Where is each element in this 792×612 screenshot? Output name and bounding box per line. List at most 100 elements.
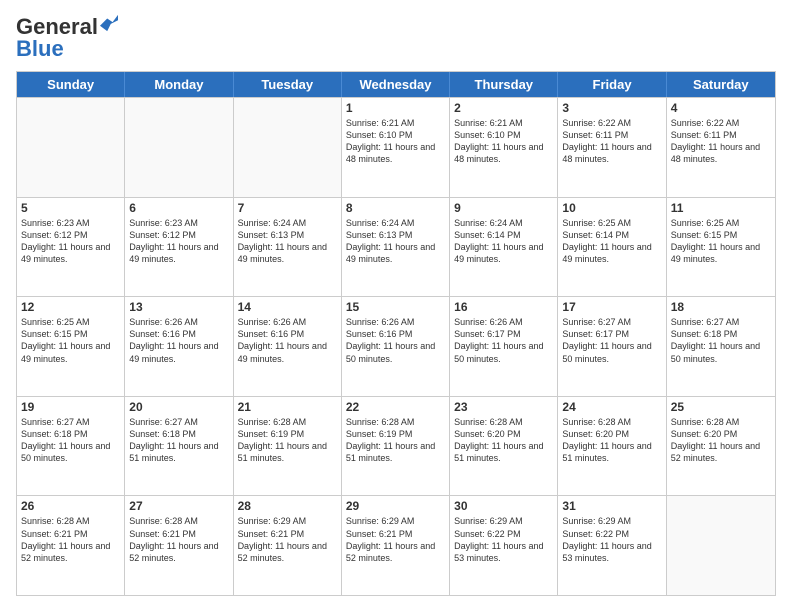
day-info: Sunrise: 6:28 AM Sunset: 6:19 PM Dayligh… <box>346 416 445 465</box>
day-info: Sunrise: 6:28 AM Sunset: 6:20 PM Dayligh… <box>454 416 553 465</box>
day-number: 27 <box>129 499 228 513</box>
day-info: Sunrise: 6:26 AM Sunset: 6:17 PM Dayligh… <box>454 316 553 365</box>
weekday-header-tuesday: Tuesday <box>234 72 342 97</box>
day-info: Sunrise: 6:29 AM Sunset: 6:22 PM Dayligh… <box>562 515 661 564</box>
day-info: Sunrise: 6:28 AM Sunset: 6:21 PM Dayligh… <box>129 515 228 564</box>
day-number: 18 <box>671 300 771 314</box>
calendar-cell <box>125 98 233 197</box>
calendar-cell: 12Sunrise: 6:25 AM Sunset: 6:15 PM Dayli… <box>17 297 125 396</box>
day-info: Sunrise: 6:27 AM Sunset: 6:17 PM Dayligh… <box>562 316 661 365</box>
calendar-cell: 6 Sunrise: 6:23 AM Sunset: 6:12 PM Daylig… <box>125 198 233 297</box>
weekday-header-monday: Monday <box>125 72 233 97</box>
calendar-cell: 3 Sunrise: 6:22 AM Sunset: 6:11 PM Daylig… <box>558 98 666 197</box>
day-info: Sunrise: 6:24 AM Sunset: 6:13 PM Dayligh… <box>238 217 337 266</box>
day-number: 13 <box>129 300 228 314</box>
calendar-cell: 13 Sunrise: 6:26 AM Sunset: 6:16 PM Dayli… <box>125 297 233 396</box>
calendar-week-2: 5Sunrise: 6:23 AM Sunset: 6:12 PM Daylig… <box>17 197 775 297</box>
day-number: 14 <box>238 300 337 314</box>
weekday-header-saturday: Saturday <box>667 72 775 97</box>
day-info: Sunrise: 6:28 AM Sunset: 6:19 PM Dayligh… <box>238 416 337 465</box>
day-info: Sunrise: 6:26 AM Sunset: 6:16 PM Dayligh… <box>129 316 228 365</box>
day-number: 1 <box>346 101 445 115</box>
day-info: Sunrise: 6:23 AM Sunset: 6:12 PM Dayligh… <box>129 217 228 266</box>
calendar-cell: 11 Sunrise: 6:25 AM Sunset: 6:15 PM Dayli… <box>667 198 775 297</box>
day-number: 29 <box>346 499 445 513</box>
calendar-cell <box>17 98 125 197</box>
day-info: Sunrise: 6:28 AM Sunset: 6:20 PM Dayligh… <box>671 416 771 465</box>
day-number: 15 <box>346 300 445 314</box>
day-number: 6 <box>129 201 228 215</box>
day-number: 24 <box>562 400 661 414</box>
calendar-cell: 1 Sunrise: 6:21 AM Sunset: 6:10 PM Daylig… <box>342 98 450 197</box>
weekday-header-friday: Friday <box>558 72 666 97</box>
day-info: Sunrise: 6:21 AM Sunset: 6:10 PM Dayligh… <box>346 117 445 166</box>
day-number: 25 <box>671 400 771 414</box>
day-number: 16 <box>454 300 553 314</box>
calendar-week-5: 26 Sunrise: 6:28 AM Sunset: 6:21 PM Dayli… <box>17 495 775 595</box>
day-info: Sunrise: 6:24 AM Sunset: 6:13 PM Dayligh… <box>346 217 445 266</box>
day-info: Sunrise: 6:22 AM Sunset: 6:11 PM Dayligh… <box>562 117 661 166</box>
day-info: Sunrise: 6:28 AM Sunset: 6:20 PM Dayligh… <box>562 416 661 465</box>
calendar-cell: 23 Sunrise: 6:28 AM Sunset: 6:20 PM Dayli… <box>450 397 558 496</box>
day-info: Sunrise: 6:29 AM Sunset: 6:21 PM Dayligh… <box>238 515 337 564</box>
day-number: 23 <box>454 400 553 414</box>
header: General Blue <box>16 16 776 61</box>
day-info: Sunrise: 6:26 AM Sunset: 6:16 PM Dayligh… <box>238 316 337 365</box>
calendar-week-3: 12Sunrise: 6:25 AM Sunset: 6:15 PM Dayli… <box>17 296 775 396</box>
day-number: 31 <box>562 499 661 513</box>
day-number: 2 <box>454 101 553 115</box>
day-number: 3 <box>562 101 661 115</box>
logo-text-general: General <box>16 16 98 38</box>
day-info: Sunrise: 6:27 AM Sunset: 6:18 PM Dayligh… <box>671 316 771 365</box>
day-info: Sunrise: 6:24 AM Sunset: 6:14 PM Dayligh… <box>454 217 553 266</box>
calendar-cell: 4Sunrise: 6:22 AM Sunset: 6:11 PM Daylig… <box>667 98 775 197</box>
calendar-cell: 20 Sunrise: 6:27 AM Sunset: 6:18 PM Dayli… <box>125 397 233 496</box>
calendar-cell: 24 Sunrise: 6:28 AM Sunset: 6:20 PM Dayli… <box>558 397 666 496</box>
calendar-cell: 21Sunrise: 6:28 AM Sunset: 6:19 PM Dayli… <box>234 397 342 496</box>
calendar-cell: 31 Sunrise: 6:29 AM Sunset: 6:22 PM Dayli… <box>558 496 666 595</box>
day-number: 20 <box>129 400 228 414</box>
calendar-cell: 22Sunrise: 6:28 AM Sunset: 6:19 PM Dayli… <box>342 397 450 496</box>
day-number: 9 <box>454 201 553 215</box>
calendar-cell: 7Sunrise: 6:24 AM Sunset: 6:13 PM Daylig… <box>234 198 342 297</box>
calendar-cell: 25 Sunrise: 6:28 AM Sunset: 6:20 PM Dayli… <box>667 397 775 496</box>
day-info: Sunrise: 6:27 AM Sunset: 6:18 PM Dayligh… <box>21 416 120 465</box>
day-info: Sunrise: 6:26 AM Sunset: 6:16 PM Dayligh… <box>346 316 445 365</box>
calendar-cell: 5Sunrise: 6:23 AM Sunset: 6:12 PM Daylig… <box>17 198 125 297</box>
calendar-header: SundayMondayTuesdayWednesdayThursdayFrid… <box>17 72 775 97</box>
calendar-cell: 9 Sunrise: 6:24 AM Sunset: 6:14 PM Daylig… <box>450 198 558 297</box>
calendar-cell: 26Sunrise: 6:28 AM Sunset: 6:21 PM Dayli… <box>17 496 125 595</box>
calendar-cell: 14 Sunrise: 6:26 AM Sunset: 6:16 PM Dayli… <box>234 297 342 396</box>
calendar-cell: 2Sunrise: 6:21 AM Sunset: 6:10 PM Daylig… <box>450 98 558 197</box>
calendar-cell: 19 Sunrise: 6:27 AM Sunset: 6:18 PM Dayli… <box>17 397 125 496</box>
calendar-body: 1 Sunrise: 6:21 AM Sunset: 6:10 PM Daylig… <box>17 97 775 595</box>
day-info: Sunrise: 6:25 AM Sunset: 6:15 PM Dayligh… <box>671 217 771 266</box>
logo-bird-icon <box>100 14 118 32</box>
logo-text-blue: Blue <box>16 36 64 61</box>
weekday-header-wednesday: Wednesday <box>342 72 450 97</box>
calendar-cell: 18 Sunrise: 6:27 AM Sunset: 6:18 PM Dayli… <box>667 297 775 396</box>
calendar-cell: 16 Sunrise: 6:26 AM Sunset: 6:17 PM Dayli… <box>450 297 558 396</box>
day-info: Sunrise: 6:29 AM Sunset: 6:21 PM Dayligh… <box>346 515 445 564</box>
day-number: 11 <box>671 201 771 215</box>
day-number: 19 <box>21 400 120 414</box>
weekday-header-thursday: Thursday <box>450 72 558 97</box>
calendar: SundayMondayTuesdayWednesdayThursdayFrid… <box>16 71 776 596</box>
day-number: 26 <box>21 499 120 513</box>
day-info: Sunrise: 6:22 AM Sunset: 6:11 PM Dayligh… <box>671 117 771 166</box>
day-info: Sunrise: 6:29 AM Sunset: 6:22 PM Dayligh… <box>454 515 553 564</box>
calendar-week-4: 19 Sunrise: 6:27 AM Sunset: 6:18 PM Dayli… <box>17 396 775 496</box>
day-number: 28 <box>238 499 337 513</box>
calendar-cell: 28 Sunrise: 6:29 AM Sunset: 6:21 PM Dayli… <box>234 496 342 595</box>
calendar-week-1: 1 Sunrise: 6:21 AM Sunset: 6:10 PM Daylig… <box>17 97 775 197</box>
calendar-cell <box>667 496 775 595</box>
day-info: Sunrise: 6:27 AM Sunset: 6:18 PM Dayligh… <box>129 416 228 465</box>
day-number: 17 <box>562 300 661 314</box>
calendar-cell: 15 Sunrise: 6:26 AM Sunset: 6:16 PM Dayli… <box>342 297 450 396</box>
calendar-cell <box>234 98 342 197</box>
calendar-cell: 17 Sunrise: 6:27 AM Sunset: 6:17 PM Dayli… <box>558 297 666 396</box>
day-number: 30 <box>454 499 553 513</box>
day-info: Sunrise: 6:25 AM Sunset: 6:14 PM Dayligh… <box>562 217 661 266</box>
day-number: 12 <box>21 300 120 314</box>
calendar-cell: 29 Sunrise: 6:29 AM Sunset: 6:21 PM Dayli… <box>342 496 450 595</box>
